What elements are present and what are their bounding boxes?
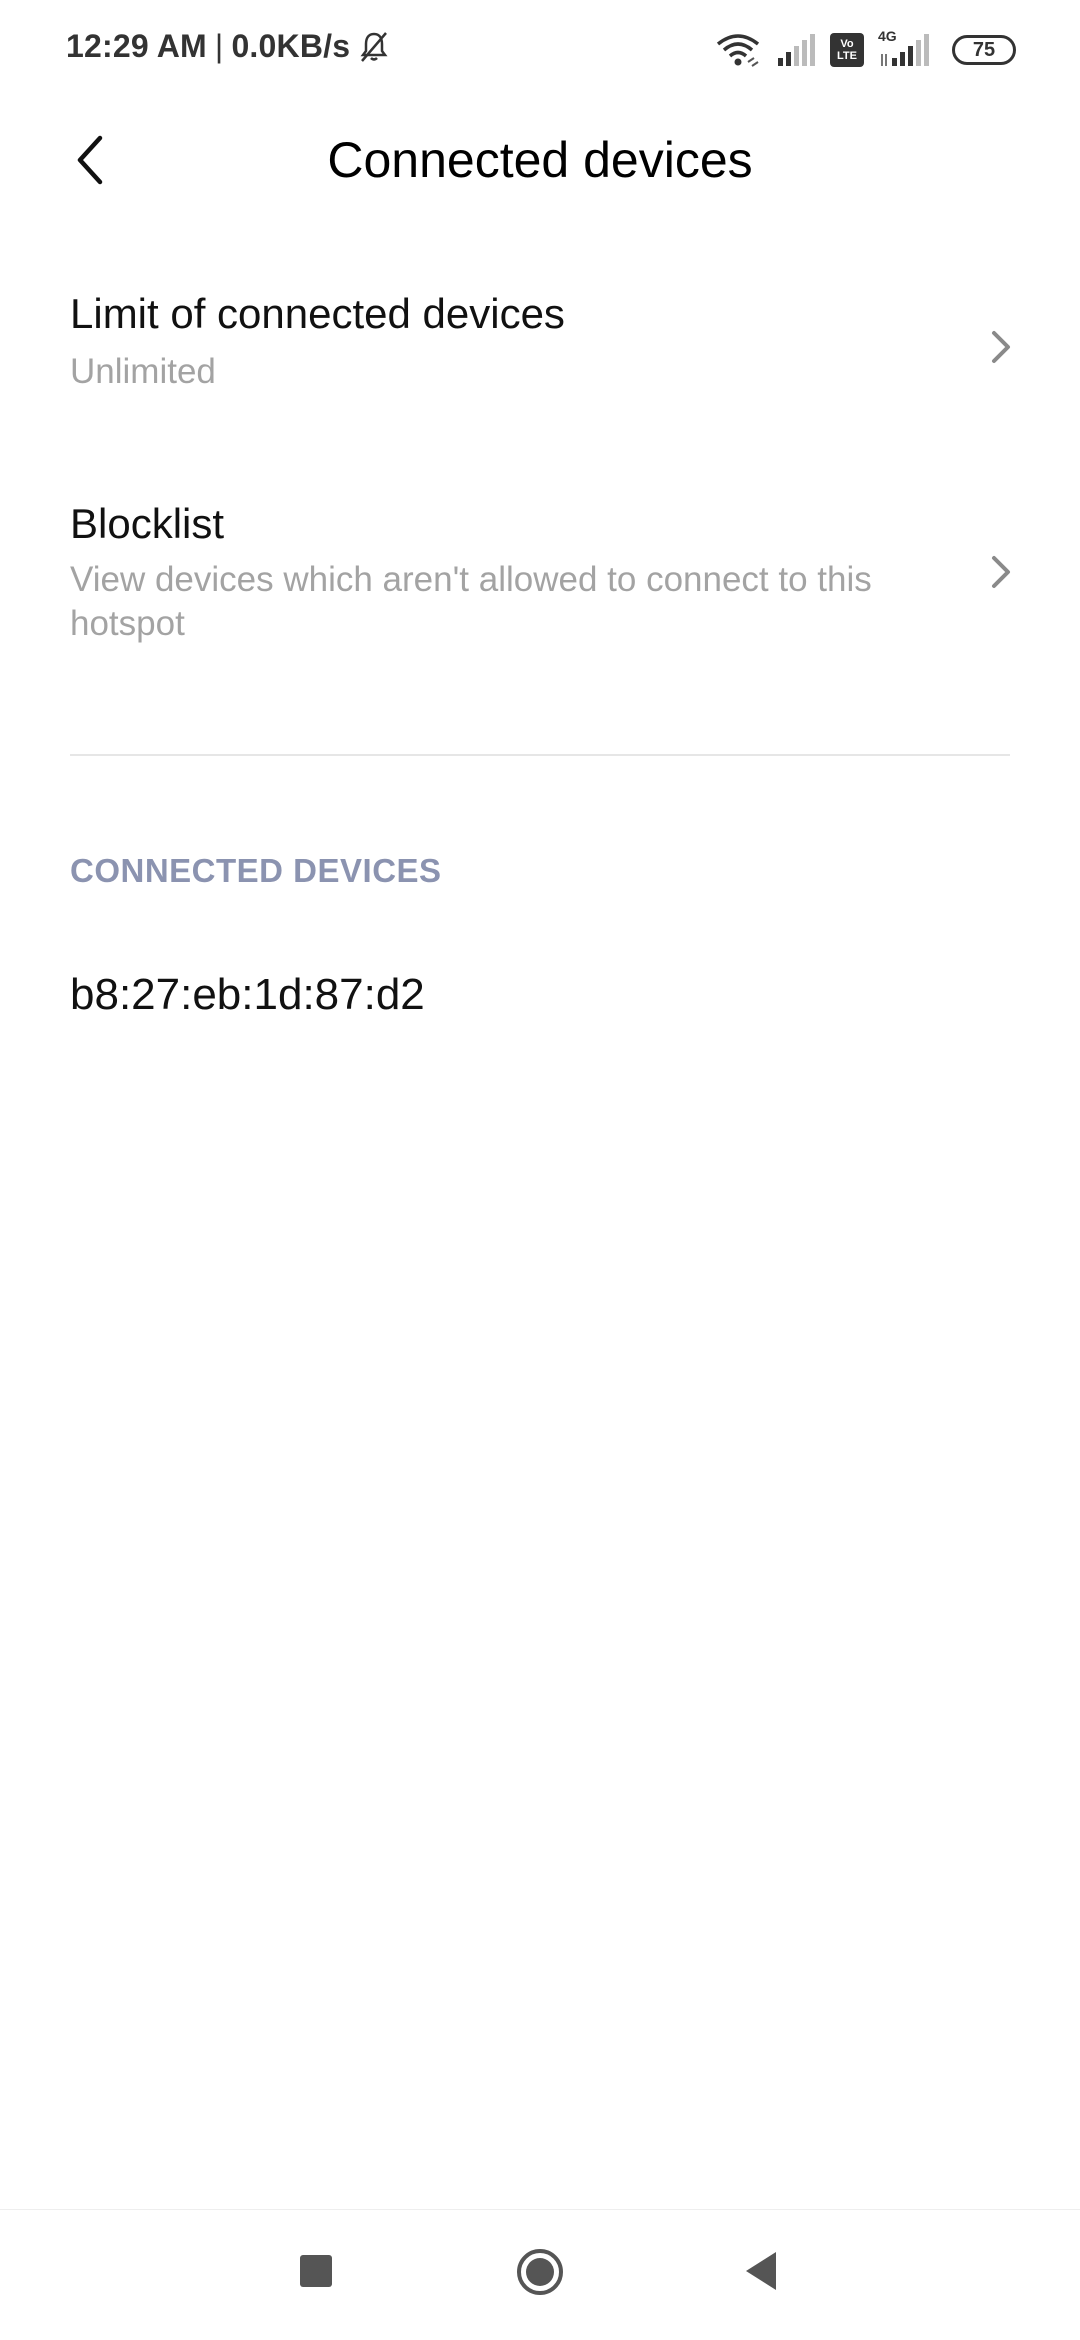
app-header: Connected devices [0,100,1080,225]
back-icon[interactable] [744,2250,778,2292]
home-icon[interactable] [515,2247,565,2297]
connected-device-item[interactable]: b8:27:eb:1d:87:d2 [70,970,425,1020]
limit-row-value: Unlimited [70,352,216,391]
navigation-bar [0,2209,1080,2340]
status-bar: 12:29 AM | 0.0KB/s Vo LTE 4G 75 [0,0,1080,100]
volte-top-label: Vo [840,38,854,50]
volte-icon: Vo LTE [830,33,864,67]
page-title: Connected devices [327,132,753,188]
battery-level: 75 [972,38,996,61]
signal-icon [778,34,815,66]
network-speed: 0.0KB/s [231,28,351,64]
signal-4g-icon: 4G [878,28,938,70]
blocklist-row[interactable]: Blocklist View devices which aren't allo… [0,500,1080,680]
blocklist-row-description: View devices which aren't allowed to con… [70,560,872,643]
status-right: Vo LTE 4G 75 [714,28,1016,72]
limit-connected-devices-row[interactable]: Limit of connected devices Unlimited [0,275,1080,425]
signal-4g-bars-icon [881,34,929,66]
limit-row-title: Limit of connected devices [70,290,565,337]
status-left: 12:29 AM | 0.0KB/s [66,28,392,65]
recent-apps-icon[interactable] [300,2255,332,2287]
chevron-right-icon [992,556,1010,588]
screen: 12:29 AM | 0.0KB/s Vo LTE 4G 75 Connecte… [0,0,1080,2340]
chevron-right-icon [992,331,1010,363]
battery-icon: 75 [952,35,1016,65]
status-time: 12:29 AM [66,28,207,64]
blocklist-row-title: Blocklist [70,500,225,547]
status-separator: | [214,28,224,64]
section-divider [70,754,1010,756]
wifi-icon [716,34,760,67]
connected-devices-section-header: CONNECTED DEVICES [70,852,442,889]
mute-bell-icon [360,31,388,62]
volte-bottom-label: LTE [837,50,857,62]
